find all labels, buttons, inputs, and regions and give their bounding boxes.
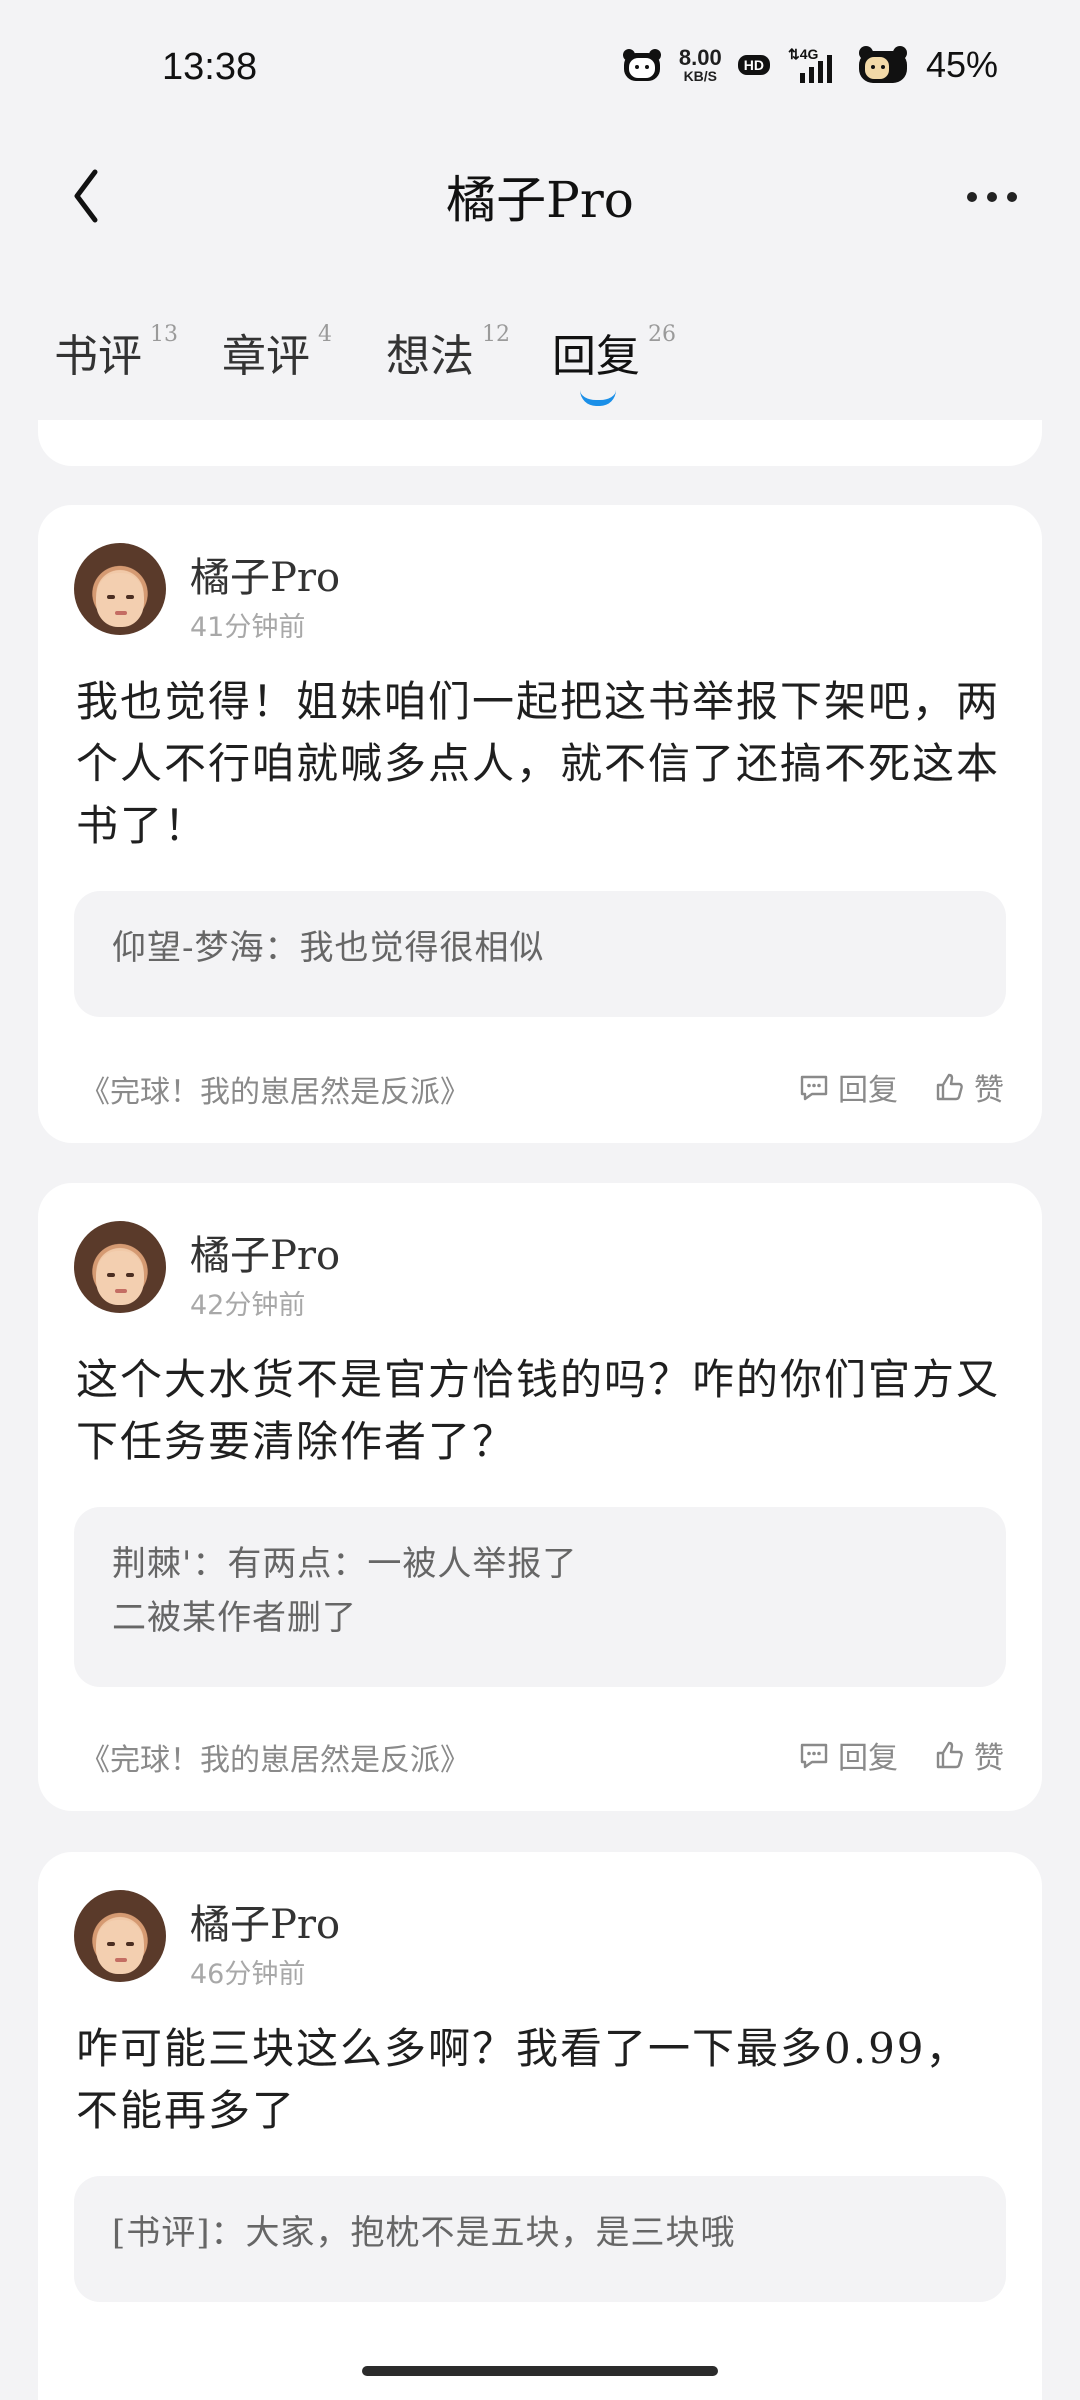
avatar-eye bbox=[126, 1273, 134, 1277]
tab-replies[interactable]: 回复 26 bbox=[552, 320, 676, 384]
app-header: 橘子Pro bbox=[0, 130, 1080, 260]
timestamp: 46分钟前 bbox=[190, 1959, 306, 1990]
network-speed-value: 8.00 bbox=[678, 45, 722, 70]
avatar-eye bbox=[107, 1942, 115, 1946]
profile-tabs: 书评 13 章评 4 想法 12 回复 26 bbox=[0, 300, 1080, 410]
home-indicator[interactable] bbox=[362, 2366, 718, 2376]
like-button[interactable]: 赞 bbox=[934, 1065, 1004, 1109]
comment-icon bbox=[800, 1075, 828, 1101]
reply-card[interactable]: 橘子Pro 46分钟前 咋可能三块这么多啊？我看了一下最多0.99，不能再多了 … bbox=[38, 1852, 1042, 2400]
quoted-comment[interactable]: 仰望-梦海：我也觉得很相似 bbox=[74, 891, 1006, 1017]
reply-label: 回复 bbox=[838, 1073, 898, 1108]
avatar-eye bbox=[107, 1273, 115, 1277]
reply-button[interactable]: 回复 bbox=[798, 1065, 898, 1109]
tab-label: 想法 bbox=[386, 331, 474, 382]
tab-count: 12 bbox=[482, 322, 510, 347]
reply-button[interactable]: 回复 bbox=[798, 1733, 898, 1777]
reply-content: 这个大水货不是官方恰钱的吗？咋的你们官方又下任务要清除作者了？ bbox=[76, 1355, 1001, 1466]
more-dot-icon bbox=[987, 192, 997, 202]
network-speed: 8.00 KB/S bbox=[678, 45, 722, 84]
reply-card-partial bbox=[38, 420, 1042, 466]
more-dot-icon bbox=[967, 192, 977, 202]
author-name[interactable]: 橘子Pro bbox=[190, 1892, 340, 1950]
avatar-mouth bbox=[115, 1958, 127, 1962]
status-time: 13:38 bbox=[162, 46, 258, 88]
tab-label: 回复 bbox=[552, 331, 640, 382]
quoted-comment[interactable]: 荆棘'：有两点：一被人举报了 二被某作者删了 bbox=[74, 1507, 1006, 1687]
tab-count: 26 bbox=[648, 322, 676, 347]
tab-label: 书评 bbox=[54, 331, 142, 382]
reply-card[interactable]: 橘子Pro 41分钟前 我也觉得！姐妹咱们一起把这书举报下架吧，两个人不行咱就喊… bbox=[38, 505, 1042, 1143]
card-actions: 回复 赞 bbox=[798, 1733, 1004, 1777]
like-button[interactable]: 赞 bbox=[934, 1733, 1004, 1777]
avatar-face bbox=[96, 1920, 144, 1974]
tab-thoughts[interactable]: 想法 12 bbox=[386, 320, 510, 384]
avatar-mouth bbox=[115, 611, 127, 615]
timestamp: 41分钟前 bbox=[190, 612, 306, 643]
thumbs-up-icon bbox=[936, 1741, 963, 1769]
avatar-face bbox=[96, 573, 144, 627]
avatar[interactable] bbox=[74, 1890, 166, 1982]
tab-label: 章评 bbox=[222, 331, 310, 382]
page-title: 橘子Pro bbox=[446, 171, 634, 229]
comment-icon bbox=[800, 1743, 828, 1769]
tab-book-reviews[interactable]: 书评 13 bbox=[54, 320, 178, 384]
status-bar: 13:38 8.00 KB/S HD ⇅4G 45% bbox=[0, 0, 1080, 130]
tab-count: 13 bbox=[150, 322, 178, 347]
tab-count: 4 bbox=[318, 322, 332, 347]
card-actions: 回复 赞 bbox=[798, 1065, 1004, 1109]
avatar-eye bbox=[107, 595, 115, 599]
avatar-eye bbox=[126, 1942, 134, 1946]
quoted-comment[interactable]: [书评]：大家，抱枕不是五块，是三块哦 bbox=[74, 2176, 1006, 2302]
book-title-link[interactable]: 《完球！我的崽居然是反派》 bbox=[80, 1735, 470, 1779]
author-name[interactable]: 橘子Pro bbox=[190, 545, 340, 603]
reply-card[interactable]: 橘子Pro 42分钟前 这个大水货不是官方恰钱的吗？咋的你们官方又下任务要清除作… bbox=[38, 1183, 1042, 1811]
avatar-eye bbox=[126, 595, 134, 599]
reply-label: 回复 bbox=[838, 1741, 898, 1776]
like-label: 赞 bbox=[974, 1741, 1004, 1776]
thumbs-up-icon bbox=[936, 1073, 963, 1101]
author-name[interactable]: 橘子Pro bbox=[190, 1223, 340, 1281]
timestamp: 42分钟前 bbox=[190, 1290, 306, 1321]
avatar-face bbox=[96, 1251, 144, 1305]
avatar[interactable] bbox=[74, 1221, 166, 1313]
reply-content: 我也觉得！姐妹咱们一起把这书举报下架吧，两个人不行咱就喊多点人，就不信了还搞不死… bbox=[76, 677, 1001, 850]
battery-icon bbox=[856, 45, 910, 85]
tab-chapter-reviews[interactable]: 章评 4 bbox=[222, 320, 332, 384]
more-options-button[interactable] bbox=[952, 162, 1032, 232]
bear-icon bbox=[621, 47, 663, 83]
book-title-link[interactable]: 《完球！我的崽居然是反派》 bbox=[80, 1067, 470, 1111]
signal-icon: ⇅4G bbox=[786, 45, 840, 85]
status-icons: 8.00 KB/S HD ⇅4G 45% bbox=[621, 44, 998, 86]
network-speed-unit: KB/S bbox=[683, 68, 718, 84]
more-dot-icon bbox=[1007, 192, 1017, 202]
avatar[interactable] bbox=[74, 543, 166, 635]
replies-feed: 橘子Pro 41分钟前 我也觉得！姐妹咱们一起把这书举报下架吧，两个人不行咱就喊… bbox=[0, 420, 1080, 2400]
avatar-mouth bbox=[115, 1289, 127, 1293]
active-tab-indicator bbox=[580, 390, 616, 406]
like-label: 赞 bbox=[974, 1073, 1004, 1108]
svg-text:⇅4G: ⇅4G bbox=[788, 46, 819, 62]
hd-badge: HD bbox=[737, 55, 770, 75]
reply-content: 咋可能三块这么多啊？我看了一下最多0.99，不能再多了 bbox=[76, 2024, 970, 2135]
battery-percent: 45% bbox=[925, 44, 998, 85]
